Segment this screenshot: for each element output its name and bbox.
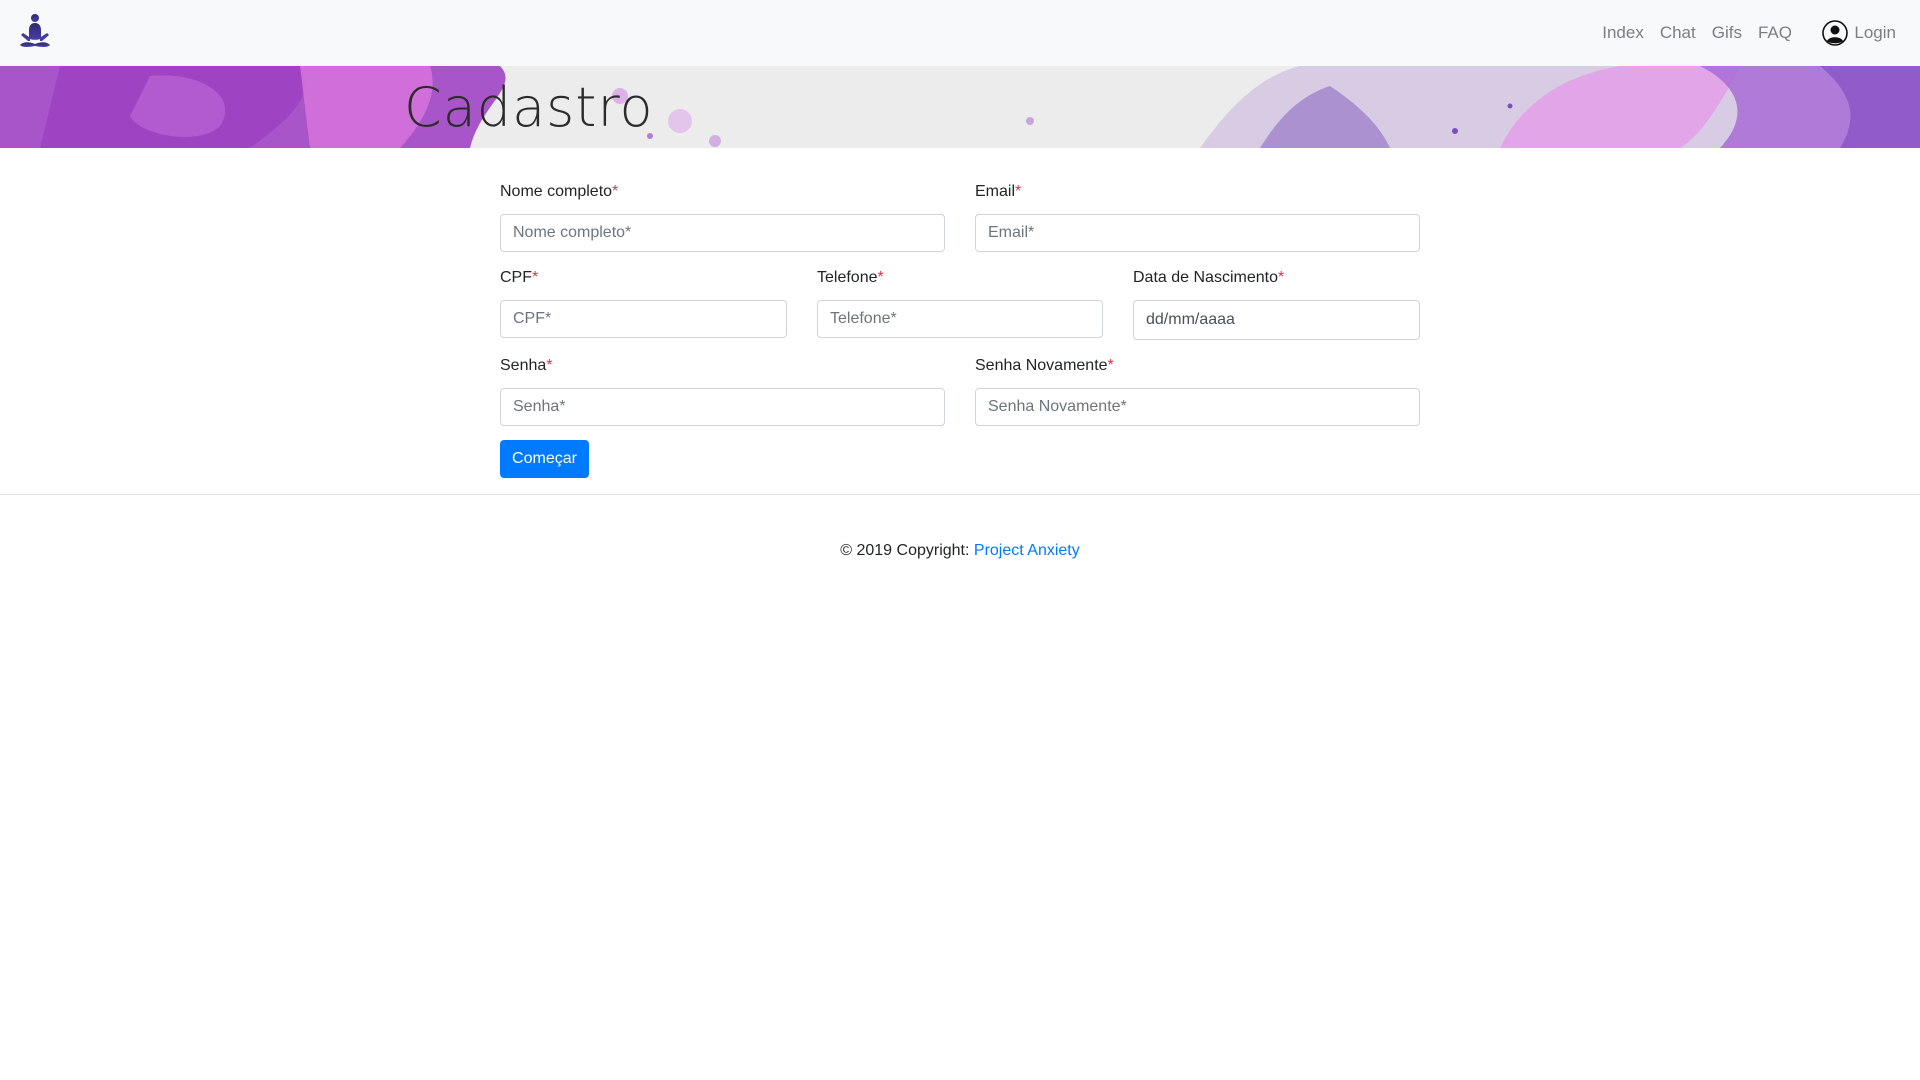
birth-date-label: Data de Nascimento* bbox=[1133, 269, 1285, 286]
email-group: Email* bbox=[975, 180, 1420, 252]
birth-date-group: Data de Nascimento* bbox=[1133, 266, 1420, 340]
navbar: Index Chat Gifs FAQ Login bbox=[0, 0, 1920, 66]
password-confirm-input[interactable] bbox=[975, 388, 1420, 426]
user-circle-icon bbox=[1822, 20, 1849, 46]
full-name-input[interactable] bbox=[500, 214, 945, 252]
login-label: Login bbox=[1854, 23, 1896, 42]
page-title: Cadastro bbox=[404, 76, 654, 139]
nav-link-gifs[interactable]: Gifs bbox=[1712, 23, 1742, 43]
password-confirm-label: Senha Novamente* bbox=[975, 357, 1114, 374]
cpf-input[interactable] bbox=[500, 300, 787, 338]
password-group: Senha* bbox=[500, 354, 945, 426]
email-label: Email* bbox=[975, 183, 1022, 200]
footer-divider bbox=[0, 494, 1920, 495]
nav-links: Index Chat Gifs FAQ bbox=[1586, 0, 1792, 66]
meditation-figure-icon[interactable] bbox=[14, 12, 56, 54]
password-label: Senha* bbox=[500, 357, 553, 374]
login-link[interactable]: Login bbox=[1822, 20, 1896, 46]
phone-input[interactable] bbox=[817, 300, 1103, 338]
submit-button[interactable]: Começar bbox=[500, 440, 589, 478]
phone-group: Telefone* bbox=[817, 266, 1103, 338]
phone-label: Telefone* bbox=[817, 269, 884, 286]
nav-link-index[interactable]: Index bbox=[1602, 23, 1644, 43]
password-confirm-group: Senha Novamente* bbox=[975, 354, 1420, 426]
watercolor-background bbox=[0, 66, 1920, 148]
full-name-group: Nome completo* bbox=[500, 180, 945, 252]
nav-link-faq[interactable]: FAQ bbox=[1758, 23, 1792, 43]
page-banner: Cadastro bbox=[0, 66, 1920, 148]
nav-link-chat[interactable]: Chat bbox=[1660, 23, 1696, 43]
cpf-label: CPF* bbox=[500, 269, 539, 286]
project-link[interactable]: Project Anxiety bbox=[974, 542, 1080, 559]
footer: © 2019 Copyright: Project Anxiety bbox=[0, 542, 1920, 560]
full-name-label: Nome completo* bbox=[500, 183, 619, 200]
cpf-group: CPF* bbox=[500, 266, 787, 338]
registration-form: Nome completo* Email* CPF* Telefone* Dat… bbox=[0, 148, 1920, 494]
copyright-text: © 2019 Copyright: bbox=[840, 542, 970, 559]
email-input[interactable] bbox=[975, 214, 1420, 252]
password-input[interactable] bbox=[500, 388, 945, 426]
birth-date-input[interactable] bbox=[1133, 300, 1420, 340]
